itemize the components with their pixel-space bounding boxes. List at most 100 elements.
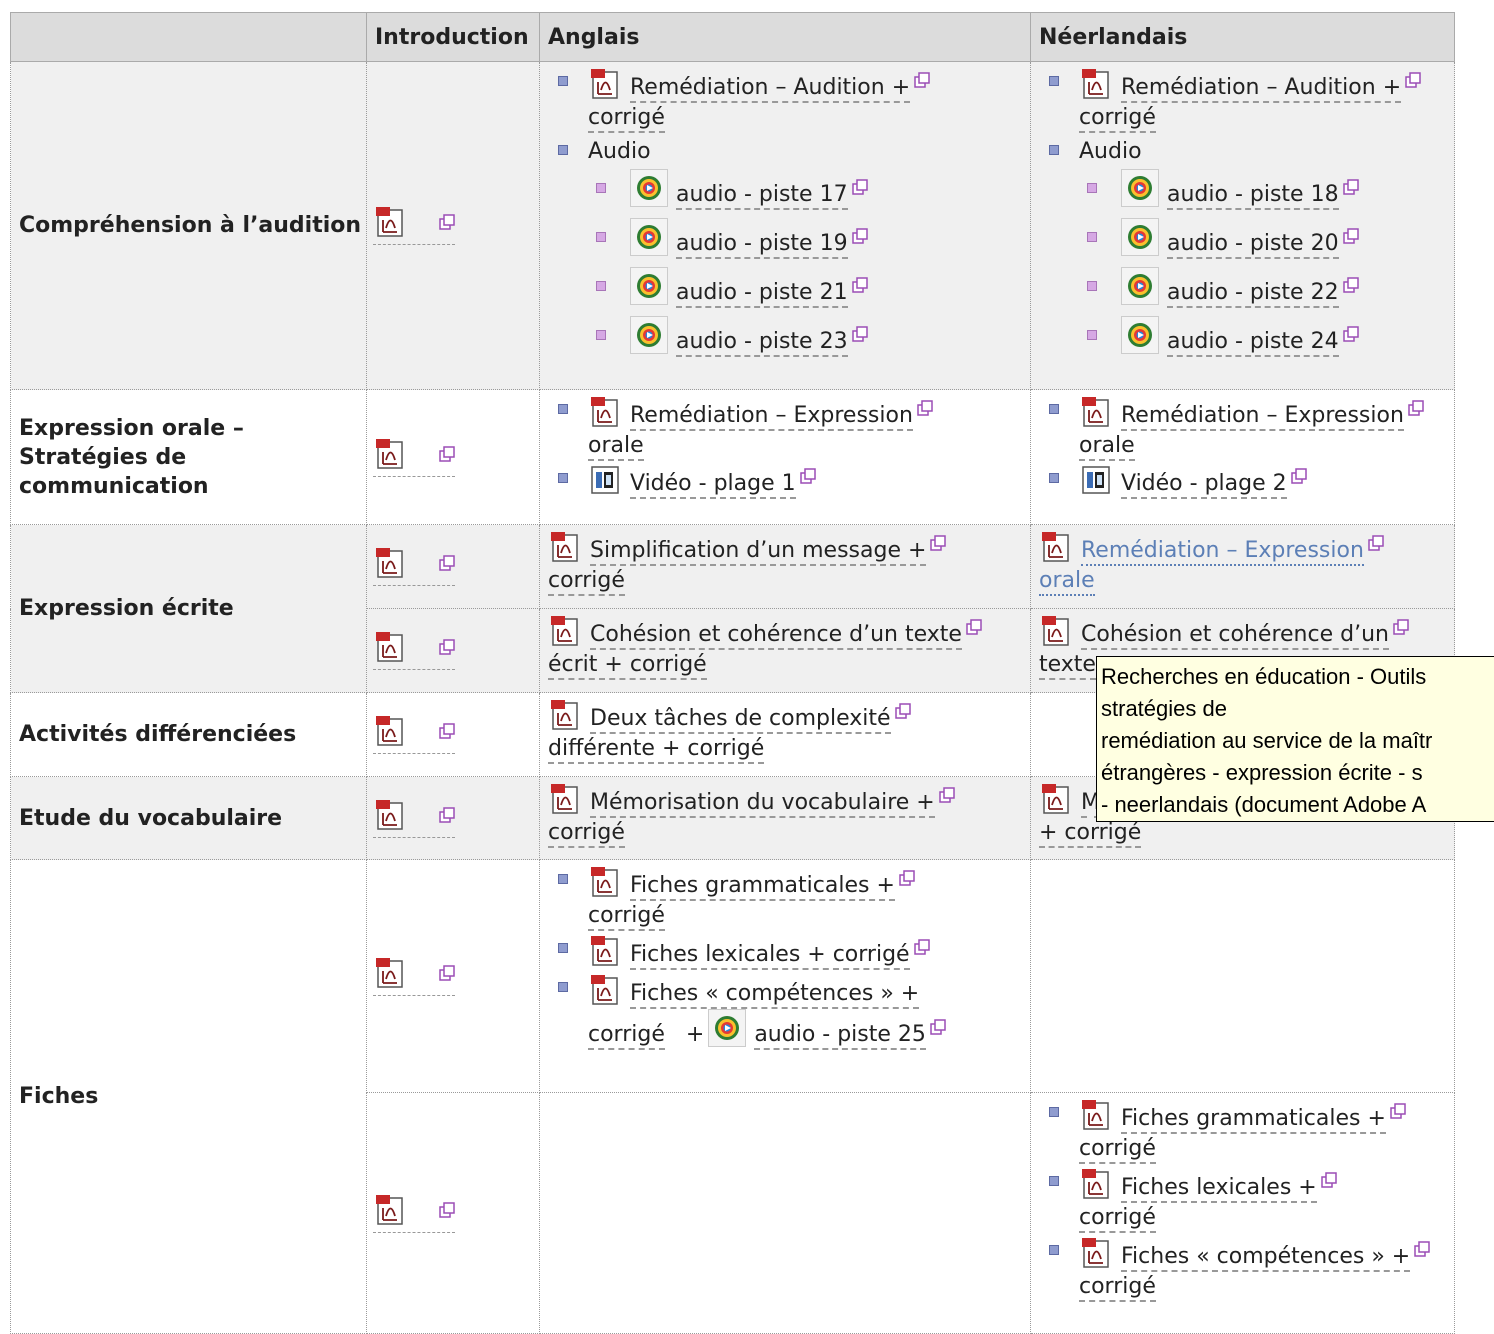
- new-window-icon[interactable]: [1390, 1103, 1406, 1119]
- pdf-icon[interactable]: [1079, 68, 1113, 100]
- pdf-icon[interactable]: [373, 715, 407, 747]
- new-window-icon[interactable]: [966, 619, 982, 635]
- doc-link-cont[interactable]: corrigé: [1079, 1136, 1156, 1164]
- doc-link[interactable]: Remédiation – Expression: [1121, 403, 1404, 431]
- intro-links[interactable]: [373, 438, 455, 477]
- new-window-icon[interactable]: [899, 870, 915, 886]
- new-window-icon[interactable]: [1408, 400, 1424, 416]
- new-window-icon[interactable]: [1405, 72, 1421, 88]
- pdf-icon[interactable]: [1039, 783, 1073, 815]
- doc-link-cont[interactable]: corrigé: [548, 820, 625, 848]
- new-window-icon[interactable]: [800, 468, 816, 484]
- audio-file-icon[interactable]: [1121, 169, 1159, 207]
- audio-file-icon[interactable]: [708, 1009, 747, 1047]
- intro-links[interactable]: [373, 206, 455, 245]
- track-link[interactable]: audio - piste 17: [676, 182, 848, 210]
- doc-link[interactable]: Fiches « compétences » +: [630, 981, 920, 1009]
- doc-link-cont[interactable]: différente + corrigé: [548, 736, 765, 764]
- audio-file-icon[interactable]: [630, 169, 668, 207]
- pdf-icon[interactable]: [373, 547, 407, 579]
- new-window-icon[interactable]: [930, 535, 946, 551]
- doc-link[interactable]: Remédiation – Audition +: [630, 75, 911, 103]
- doc-link-cont[interactable]: orale: [1039, 568, 1095, 596]
- doc-link-cont[interactable]: corrigé: [1079, 1274, 1156, 1302]
- audio-file-icon[interactable]: [1121, 267, 1159, 305]
- new-window-icon[interactable]: [1393, 619, 1409, 635]
- doc-link-cont[interactable]: corrigé: [588, 1022, 665, 1050]
- doc-link-cont[interactable]: + corrigé: [1039, 820, 1142, 848]
- pdf-icon[interactable]: [373, 957, 407, 989]
- pdf-icon[interactable]: [588, 866, 622, 898]
- intro-links[interactable]: [373, 957, 455, 996]
- new-window-icon[interactable]: [852, 228, 868, 244]
- new-window-icon[interactable]: [1321, 1172, 1337, 1188]
- new-window-icon[interactable]: [1343, 228, 1359, 244]
- doc-link-cont[interactable]: corrigé: [588, 105, 665, 133]
- new-window-icon[interactable]: [1343, 277, 1359, 293]
- pdf-icon[interactable]: [1039, 531, 1073, 563]
- doc-link[interactable]: Remédiation – Expression: [630, 403, 913, 431]
- track-link[interactable]: audio - piste 20: [1167, 231, 1339, 259]
- video-link[interactable]: Vidéo - plage 1: [630, 471, 796, 499]
- audio-file-icon[interactable]: [1121, 316, 1159, 354]
- video-file-icon[interactable]: [1079, 465, 1113, 495]
- new-window-icon[interactable]: [439, 807, 455, 823]
- pdf-icon[interactable]: [373, 438, 407, 470]
- track-link[interactable]: audio - piste 21: [676, 280, 848, 308]
- pdf-icon[interactable]: [588, 974, 622, 1006]
- new-window-icon[interactable]: [1368, 535, 1384, 551]
- track-link[interactable]: audio - piste 25: [754, 1022, 926, 1050]
- video-file-icon[interactable]: [588, 465, 622, 495]
- intro-links[interactable]: [373, 799, 455, 838]
- new-window-icon[interactable]: [439, 965, 455, 981]
- doc-link[interactable]: Fiches grammaticales +: [630, 873, 895, 901]
- new-window-icon[interactable]: [939, 787, 955, 803]
- doc-link[interactable]: Fiches lexicales +: [1121, 1175, 1317, 1203]
- doc-link[interactable]: Fiches « compétences » +: [1121, 1244, 1411, 1272]
- pdf-icon[interactable]: [588, 935, 622, 967]
- pdf-icon[interactable]: [1039, 615, 1073, 647]
- pdf-icon[interactable]: [373, 1194, 407, 1226]
- doc-link-cont[interactable]: corrigé: [1079, 1205, 1156, 1233]
- doc-link[interactable]: Remédiation – Audition +: [1121, 75, 1402, 103]
- video-link[interactable]: Vidéo - plage 2: [1121, 471, 1287, 499]
- new-window-icon[interactable]: [439, 639, 455, 655]
- doc-link[interactable]: Fiches lexicales + corrigé: [630, 942, 910, 970]
- new-window-icon[interactable]: [895, 703, 911, 719]
- new-window-icon[interactable]: [930, 1019, 946, 1035]
- doc-link[interactable]: Mémorisation du vocabulaire +: [590, 790, 935, 818]
- doc-link-cont[interactable]: corrigé: [548, 568, 625, 596]
- new-window-icon[interactable]: [1343, 326, 1359, 342]
- pdf-icon[interactable]: [1079, 1237, 1113, 1269]
- doc-link-cont[interactable]: orale: [1079, 433, 1135, 461]
- doc-link-hovered[interactable]: Remédiation – Expression: [1081, 538, 1364, 566]
- doc-link-cont[interactable]: corrigé: [588, 903, 665, 931]
- pdf-icon[interactable]: [1079, 1099, 1113, 1131]
- new-window-icon[interactable]: [852, 326, 868, 342]
- pdf-icon[interactable]: [548, 783, 582, 815]
- pdf-icon[interactable]: [1079, 396, 1113, 428]
- intro-links[interactable]: [373, 1194, 455, 1233]
- doc-link[interactable]: Deux tâches de complexité: [590, 706, 891, 734]
- audio-file-icon[interactable]: [630, 218, 668, 256]
- pdf-icon[interactable]: [373, 206, 407, 238]
- audio-file-icon[interactable]: [630, 316, 668, 354]
- new-window-icon[interactable]: [439, 1202, 455, 1218]
- audio-file-icon[interactable]: [1121, 218, 1159, 256]
- new-window-icon[interactable]: [439, 723, 455, 739]
- pdf-icon[interactable]: [588, 396, 622, 428]
- pdf-icon[interactable]: [588, 68, 622, 100]
- pdf-icon[interactable]: [548, 531, 582, 563]
- pdf-icon[interactable]: [373, 799, 407, 831]
- doc-link[interactable]: Simplification d’un message +: [590, 538, 927, 566]
- doc-link-cont[interactable]: corrigé: [1079, 105, 1156, 133]
- new-window-icon[interactable]: [1343, 179, 1359, 195]
- new-window-icon[interactable]: [852, 277, 868, 293]
- new-window-icon[interactable]: [1291, 468, 1307, 484]
- pdf-icon[interactable]: [373, 631, 407, 663]
- pdf-icon[interactable]: [548, 699, 582, 731]
- track-link[interactable]: audio - piste 23: [676, 329, 848, 357]
- new-window-icon[interactable]: [914, 72, 930, 88]
- track-link[interactable]: audio - piste 22: [1167, 280, 1339, 308]
- track-link[interactable]: audio - piste 18: [1167, 182, 1339, 210]
